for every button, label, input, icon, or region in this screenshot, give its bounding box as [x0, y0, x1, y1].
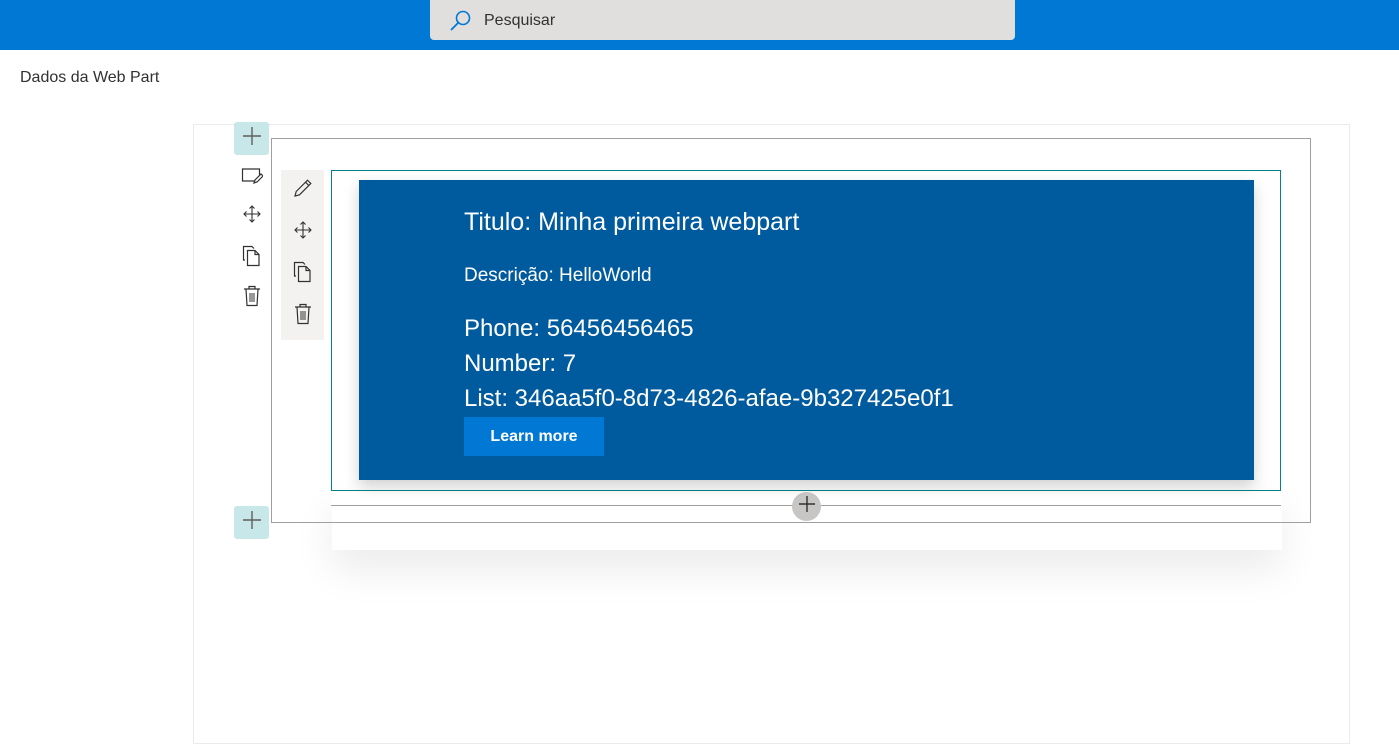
search-icon: [449, 9, 473, 33]
duplicate-webpart-button[interactable]: [285, 256, 321, 292]
add-icon: [242, 126, 262, 151]
add-icon: [798, 495, 816, 518]
pencil-icon: [292, 177, 314, 204]
move-icon: [293, 220, 313, 245]
duplicate-section-button[interactable]: [234, 240, 270, 276]
webpart-title: Titulo: Minha primeira webpart: [464, 208, 800, 236]
webpart-phone: Phone: 56456456465: [464, 315, 694, 342]
add-webpart-button[interactable]: [792, 492, 821, 521]
search-input[interactable]: [484, 8, 984, 34]
delete-webpart-button[interactable]: [285, 298, 321, 334]
top-bar: [0, 0, 1399, 50]
webpart-description: Descrição: HelloWorld: [464, 265, 652, 286]
edit-section-button[interactable]: [234, 160, 270, 196]
delete-icon: [294, 303, 312, 330]
add-section-below-button[interactable]: [234, 506, 269, 539]
webpart-list: List: 346aa5f0-8d73-4826-afae-9b327425e0…: [464, 385, 954, 412]
move-section-button[interactable]: [234, 198, 270, 234]
search-box[interactable]: [430, 0, 1015, 40]
add-section-above-button[interactable]: [234, 122, 269, 155]
delete-section-button[interactable]: [234, 280, 270, 316]
edit-webpart-button[interactable]: [285, 172, 321, 208]
webpart-number: Number: 7: [464, 350, 577, 377]
webpart-card: Titulo: Minha primeira webpart Descrição…: [359, 180, 1254, 480]
duplicate-icon: [242, 245, 262, 272]
add-icon: [242, 510, 262, 535]
edit-section-icon: [241, 166, 264, 191]
move-webpart-button[interactable]: [285, 214, 321, 250]
duplicate-icon: [293, 261, 313, 288]
webpart-toolbar: [281, 170, 324, 340]
delete-icon: [243, 285, 261, 312]
page-title: Dados da Web Part: [20, 69, 160, 86]
move-icon: [242, 204, 262, 229]
learn-more-button[interactable]: Learn more: [464, 417, 604, 456]
